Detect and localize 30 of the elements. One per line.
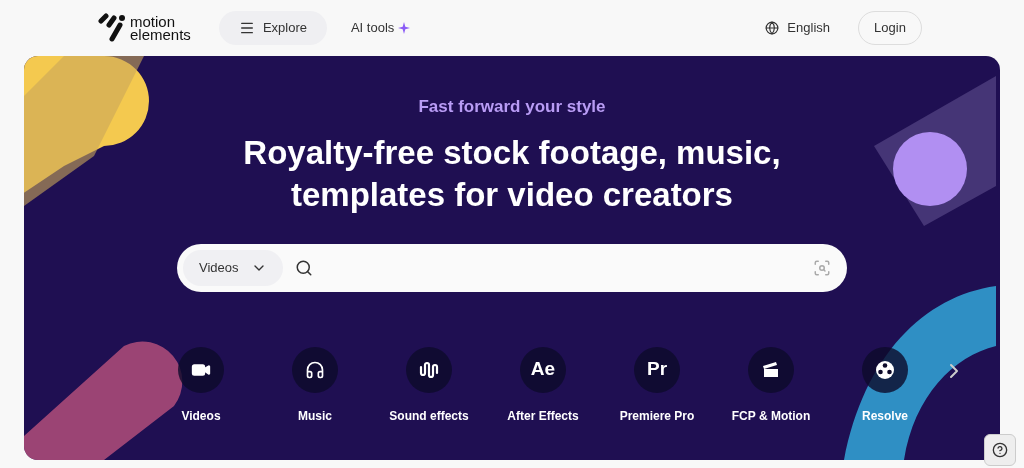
sound-wave-icon [419, 360, 439, 379]
search-bar[interactable]: Videos [177, 243, 847, 292]
category-item[interactable]: Resolve [828, 346, 942, 425]
headphones-icon [305, 359, 325, 380]
category-item[interactable]: Videos [144, 346, 258, 425]
menu-icon [238, 20, 255, 36]
film-reel-icon [875, 359, 895, 380]
category-dropdown[interactable]: Videos [183, 249, 283, 286]
category-item[interactable]: Music [258, 346, 372, 425]
logo-text: elements [130, 28, 191, 41]
help-button[interactable] [984, 434, 1016, 466]
explore-button[interactable]: Explore [218, 11, 327, 45]
globe-icon [765, 21, 780, 35]
clapperboard-icon [762, 360, 780, 379]
app-initials-icon: Ae [530, 355, 556, 384]
category-item[interactable]: Pr Premiere Pro [600, 346, 714, 425]
help-icon [992, 442, 1008, 458]
category-item[interactable]: FCP & Motion [714, 346, 828, 425]
hero-headline: Royalty-free stock footage, music, templates for video creators [243, 132, 781, 215]
category-item[interactable]: Ae After Effects [486, 346, 600, 425]
sparkle-icon [398, 22, 411, 34]
logo[interactable]: motion elements [98, 13, 191, 43]
search-icon [294, 258, 313, 277]
ai-tools-link[interactable]: AI tools [350, 18, 411, 38]
language-selector[interactable]: English [765, 18, 830, 38]
logo-mark-icon [98, 13, 126, 43]
app-initials-icon: Pr [646, 355, 668, 384]
category-item[interactable]: Sound effects [372, 346, 486, 425]
logo-text: motion [130, 15, 176, 28]
hero-kicker: Fast forward your style [418, 96, 606, 118]
